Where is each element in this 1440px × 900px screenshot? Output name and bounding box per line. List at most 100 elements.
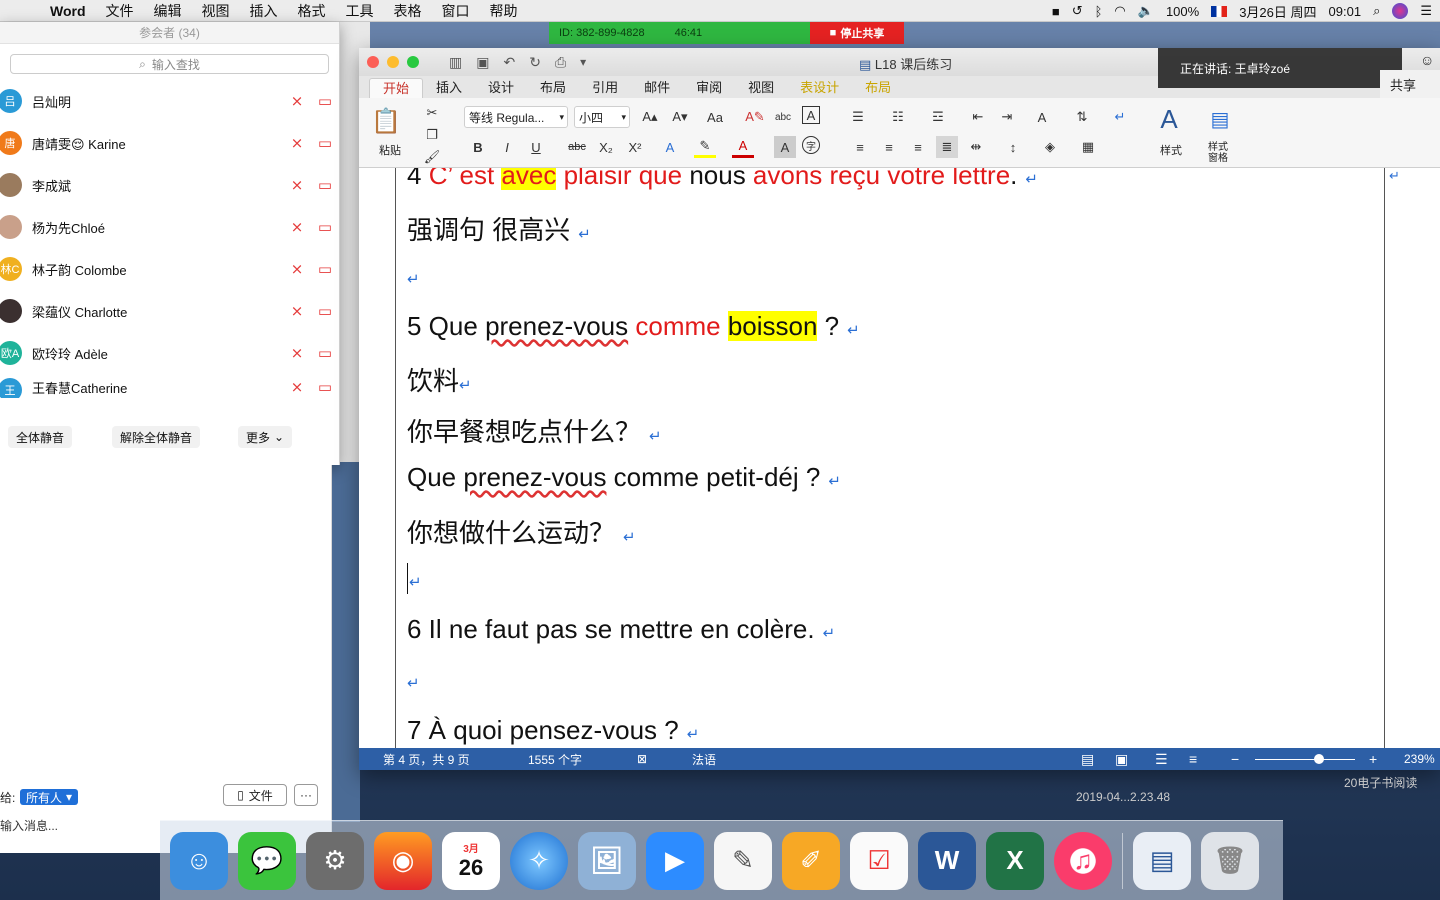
save-icon[interactable]: ▣ <box>476 54 489 71</box>
doc-empty-line[interactable]: ↵ <box>407 664 420 695</box>
doc-line-petitdej[interactable]: Que prenez-vous comme petit-déj ? ↵ <box>407 462 841 493</box>
participant-row[interactable]: 欧A 欧玲玲 Adèle ⨯ ▭ <box>0 332 339 374</box>
strikethrough-icon[interactable]: abc <box>566 136 588 158</box>
zoom-icon[interactable]: ■ <box>1052 4 1060 19</box>
zoom-app-icon[interactable]: ▶ <box>646 831 704 890</box>
styles-icon[interactable]: A <box>1154 104 1184 134</box>
doc-line-yinliao[interactable]: 饮料↵ <box>407 361 472 398</box>
emoji-icon[interactable]: ☺ <box>1420 52 1434 68</box>
underline-icon[interactable]: U <box>525 136 547 158</box>
text-effects-icon[interactable]: A <box>659 136 681 158</box>
grow-font-icon[interactable]: A▴ <box>639 106 661 128</box>
firefox-icon[interactable]: ◉ <box>374 831 432 890</box>
change-case-icon[interactable]: Aa <box>704 106 726 128</box>
unmute-all-button[interactable]: 解除全体静音 <box>112 426 201 448</box>
font-name-select[interactable]: 等线 Regula... ▾ <box>464 106 568 128</box>
video-off-icon[interactable]: ▭ <box>311 302 339 320</box>
menu-file[interactable]: 文件 <box>96 1 144 21</box>
styles-pane-icon[interactable]: ▤ <box>1205 104 1235 134</box>
superscript-icon[interactable]: X² <box>624 136 646 158</box>
zoom-slider-track[interactable] <box>1255 759 1355 760</box>
time-text[interactable]: 09:01 <box>1329 4 1362 19</box>
participant-row[interactable]: 杨为先Chloé ⨯ ▭ <box>0 206 339 248</box>
siri-icon[interactable] <box>1392 3 1409 19</box>
align-left-icon[interactable]: ≡ <box>849 136 871 158</box>
more-button[interactable]: 更多 ⌄ <box>238 426 293 448</box>
menu-help[interactable]: 帮助 <box>480 1 528 21</box>
volume-icon[interactable]: 🔈 <box>1138 3 1154 19</box>
notification-icon[interactable]: ☰ <box>1420 3 1432 19</box>
numbering-icon[interactable]: ☷ <box>887 106 909 128</box>
reminders-icon[interactable]: ☑ <box>850 831 908 890</box>
search-input[interactable]: ⌕ 输入查找 <box>10 54 329 74</box>
web-layout-icon[interactable]: ▣ <box>1115 751 1128 768</box>
format-painter-icon[interactable]: 🖌 <box>421 146 443 168</box>
mic-muted-icon[interactable]: ⨯ <box>283 260 311 278</box>
tab-layout[interactable]: 布局 <box>527 78 579 98</box>
increase-indent-icon[interactable]: ⇥ <box>996 106 1018 128</box>
clear-format-icon[interactable]: A✎ <box>744 106 766 128</box>
align-center-icon[interactable]: ≡ <box>878 136 900 158</box>
menu-app[interactable]: Word <box>40 3 96 19</box>
copy-icon[interactable]: ❐ <box>421 124 443 146</box>
mic-muted-icon[interactable]: ⨯ <box>283 302 311 320</box>
chat-more-button[interactable]: ··· <box>294 784 318 806</box>
decrease-indent-icon[interactable]: ⇤ <box>967 106 989 128</box>
date-text[interactable]: 3月26日 周四 <box>1239 2 1316 21</box>
battery-text[interactable]: 100% <box>1166 4 1199 19</box>
mic-muted-icon[interactable]: ⨯ <box>283 218 311 236</box>
doc-empty-line-cursor[interactable]: ↵ <box>407 563 422 594</box>
close-button[interactable] <box>367 56 379 68</box>
preview-icon[interactable]: 🖼 <box>578 831 636 890</box>
textedit-icon[interactable]: ✎ <box>714 831 772 890</box>
calendar-icon[interactable]: 3月 26 <box>442 831 500 890</box>
doc-line-zaocan[interactable]: 你早餐想吃点什么？ ↵ <box>407 412 662 449</box>
tab-references[interactable]: 引用 <box>579 78 631 98</box>
participant-row[interactable]: 唐 唐靖雯😌 Karine ⨯ ▭ <box>0 122 339 164</box>
doc-empty-line[interactable]: ↵ <box>407 260 420 291</box>
print-layout-icon[interactable]: ▤ <box>1081 751 1094 768</box>
doc-line-yundong[interactable]: 你想做什么运动？ ↵ <box>407 513 636 550</box>
tab-table-layout[interactable]: 布局 <box>852 78 904 98</box>
video-off-icon[interactable]: ▭ <box>311 134 339 152</box>
wechat-icon[interactable]: 💬 <box>238 831 296 890</box>
excel-app-icon[interactable]: X <box>986 831 1044 890</box>
menu-table[interactable]: 表格 <box>384 1 432 21</box>
video-off-icon[interactable]: ▭ <box>311 260 339 278</box>
stop-share-button[interactable]: ■ 停止共享 <box>810 22 904 44</box>
mic-muted-icon[interactable]: ⨯ <box>283 176 311 194</box>
video-off-icon[interactable]: ▭ <box>311 344 339 362</box>
menu-view[interactable]: 视图 <box>192 1 240 21</box>
flag-icon[interactable] <box>1211 5 1228 17</box>
sort-icon[interactable]: ⇅ <box>1071 106 1093 128</box>
highlight-icon[interactable]: ✎ <box>694 136 716 158</box>
tab-mailings[interactable]: 邮件 <box>631 78 683 98</box>
distributed-icon[interactable]: ⇹ <box>965 136 987 158</box>
participant-row[interactable]: 梁蕴仪 Charlotte ⨯ ▭ <box>0 290 339 332</box>
video-off-icon[interactable]: ▭ <box>311 176 339 194</box>
mic-muted-icon[interactable]: ⨯ <box>283 134 311 152</box>
chat-input[interactable]: 输入消息... <box>0 817 58 834</box>
mic-muted-icon[interactable]: ⨯ <box>283 378 311 396</box>
print-icon[interactable]: ⎙ <box>555 54 566 71</box>
line-spacing-icon[interactable]: ↕ <box>1002 136 1024 158</box>
zoom-slider-thumb[interactable] <box>1314 754 1324 764</box>
character-border-icon[interactable]: A <box>802 106 820 124</box>
mic-muted-icon[interactable]: ⨯ <box>283 92 311 110</box>
doc-line-qiang[interactable]: 强调句 很高兴 ↵ <box>407 210 591 247</box>
menu-format[interactable]: 格式 <box>288 1 336 21</box>
zoom-level[interactable]: 239% <box>1404 752 1435 766</box>
tab-design[interactable]: 设计 <box>475 78 527 98</box>
bullets-icon[interactable]: ☰ <box>847 106 869 128</box>
tab-view[interactable]: 视图 <box>735 78 787 98</box>
video-off-icon[interactable]: ▭ <box>311 378 339 396</box>
file-button[interactable]: ▯ 文件 <box>223 784 287 806</box>
doc-line-6[interactable]: 6 Il ne faut pas se mettre en colère. ↵ <box>407 614 835 645</box>
spotlight-icon[interactable]: ⌕ <box>1373 3 1380 19</box>
undo-icon[interactable]: ↶ <box>503 54 515 71</box>
outline-view-icon[interactable]: ☰ <box>1155 751 1168 768</box>
zoom-in-icon[interactable]: + <box>1369 751 1377 767</box>
share-info[interactable]: ID: 382-899-4828 46:41 <box>549 22 810 44</box>
word-app-icon[interactable]: W <box>918 831 976 890</box>
mute-all-button[interactable]: 全体静音 <box>8 426 73 448</box>
